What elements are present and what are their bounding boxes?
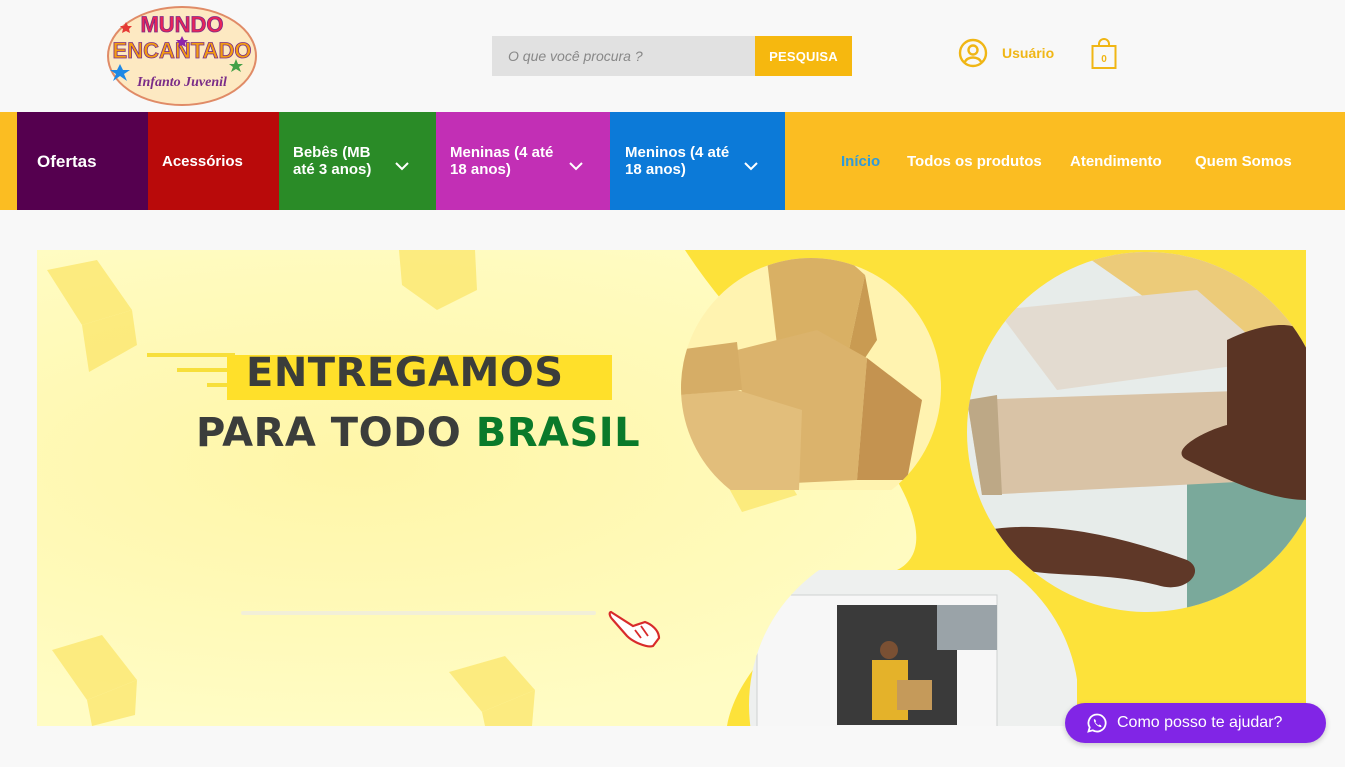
- whatsapp-chat-button[interactable]: Como posso te ajudar?: [1065, 703, 1326, 743]
- speed-line: [147, 353, 235, 357]
- category-label: Meninos (4 até 18 anos): [625, 144, 730, 178]
- chevron-down-icon: [395, 162, 409, 171]
- main-navigation: Ofertas Acessórios Bebês (MB até 3 anos) …: [0, 112, 1345, 210]
- delivery-van-photo: [749, 570, 1077, 726]
- nav-link-label: Quem Somos: [1195, 152, 1292, 170]
- banner-artwork: [37, 250, 1306, 726]
- chevron-down-icon: [744, 162, 758, 171]
- search-input[interactable]: [492, 36, 755, 76]
- category-bebes[interactable]: Bebês (MB até 3 anos): [279, 112, 436, 210]
- category-meninos[interactable]: Meninos (4 até 18 anos): [610, 112, 785, 210]
- logo-text-mundo: MUNDO: [140, 12, 223, 37]
- category-meninas[interactable]: Meninas (4 até 18 anos): [436, 112, 610, 210]
- cart-button[interactable]: 0: [1091, 38, 1117, 70]
- category-ofertas[interactable]: Ofertas: [17, 112, 148, 210]
- chevron-down-icon: [569, 162, 583, 171]
- user-label: Usuário: [1002, 45, 1055, 61]
- nav-link-label: Todos os produtos: [907, 152, 1042, 170]
- category-label: Meninas (4 até 18 anos): [450, 144, 554, 178]
- logo-text-subtitle: Infanto Juvenil: [136, 75, 227, 90]
- category-label: Bebês (MB até 3 anos): [293, 144, 372, 178]
- nav-link-inicio[interactable]: Início: [841, 112, 880, 210]
- category-label: Acessórios: [162, 152, 243, 170]
- whatsapp-icon: [1087, 713, 1107, 733]
- user-circle-icon: [958, 38, 988, 68]
- search-bar: PESQUISA: [492, 36, 852, 76]
- search-button[interactable]: PESQUISA: [755, 36, 852, 76]
- cart-count: 0: [1101, 54, 1107, 65]
- nav-link-atendimento[interactable]: Atendimento: [1070, 112, 1162, 210]
- nav-link-label: Início: [841, 152, 881, 170]
- category-label: Ofertas: [37, 151, 97, 171]
- site-header: MUNDO ENCANTADO Infanto Juvenil PESQUISA…: [0, 0, 1345, 112]
- banner-progress-line: [241, 611, 596, 615]
- nav-link-quem-somos[interactable]: Quem Somos: [1195, 112, 1292, 210]
- banner-headline-line1: ENTREGAMOS: [246, 350, 564, 396]
- site-logo[interactable]: MUNDO ENCANTADO Infanto Juvenil: [106, 4, 258, 107]
- category-acessorios[interactable]: Acessórios: [148, 112, 279, 210]
- shopping-bag-icon: 0: [1091, 38, 1117, 69]
- headline-text: PARA TODO: [196, 410, 462, 456]
- nav-link-todos-produtos[interactable]: Todos os produtos: [907, 112, 1042, 210]
- speed-line: [177, 368, 235, 372]
- banner-headline-line2: PARA TODO BRASIL: [196, 410, 640, 456]
- user-account-link[interactable]: Usuário: [958, 38, 1054, 68]
- nav-link-label: Atendimento: [1070, 152, 1162, 170]
- whatsapp-label: Como posso te ajudar?: [1117, 714, 1283, 731]
- hero-banner[interactable]: ENTREGAMOS PARA TODO BRASIL: [37, 250, 1306, 726]
- headline-highlight-text: BRASIL: [475, 410, 641, 456]
